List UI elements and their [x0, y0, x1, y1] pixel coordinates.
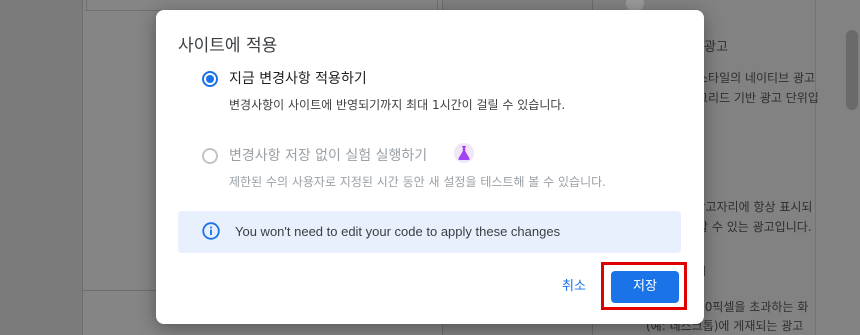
apply-now-label[interactable]: 지금 변경사항 적용하기: [229, 68, 367, 88]
experiment-badge: [454, 143, 474, 163]
run-experiment-label[interactable]: 변경사항 저장 없이 실험 실행하기: [229, 145, 427, 165]
background-scrollbar: [846, 30, 858, 110]
background-divider: [815, 0, 816, 335]
flask-icon: [458, 146, 470, 160]
apply-to-site-dialog: 사이트에 적용 지금 변경사항 적용하기 변경사항이 사이트에 반영되기까지 최…: [156, 10, 704, 324]
run-experiment-radio[interactable]: [202, 148, 218, 164]
background-text: 할 수 있는 광고입니다.: [697, 220, 812, 234]
run-experiment-description: 제한된 수의 사용자로 지정된 시간 동안 새 설정을 테스트해 볼 수 있습니…: [229, 175, 606, 189]
cancel-button[interactable]: 취소: [554, 273, 594, 301]
info-text: You won't need to edit your code to appl…: [235, 224, 561, 239]
background-text: 광고: [704, 40, 728, 55]
apply-now-radio[interactable]: [202, 71, 218, 87]
dialog-title: 사이트에 적용: [178, 36, 278, 56]
background-text: 스타일의 네이티브 광고: [697, 71, 816, 85]
background-text: 그리드 기반 광고 단위입: [697, 91, 819, 105]
info-icon: [202, 222, 220, 240]
background-left-column: [0, 0, 82, 335]
info-banner: You won't need to edit your code to appl…: [178, 211, 681, 253]
apply-now-description: 변경사항이 사이트에 반영되기까지 최대 1시간이 걸릴 수 있습니다.: [229, 98, 566, 112]
save-button[interactable]: 저장: [611, 271, 679, 303]
